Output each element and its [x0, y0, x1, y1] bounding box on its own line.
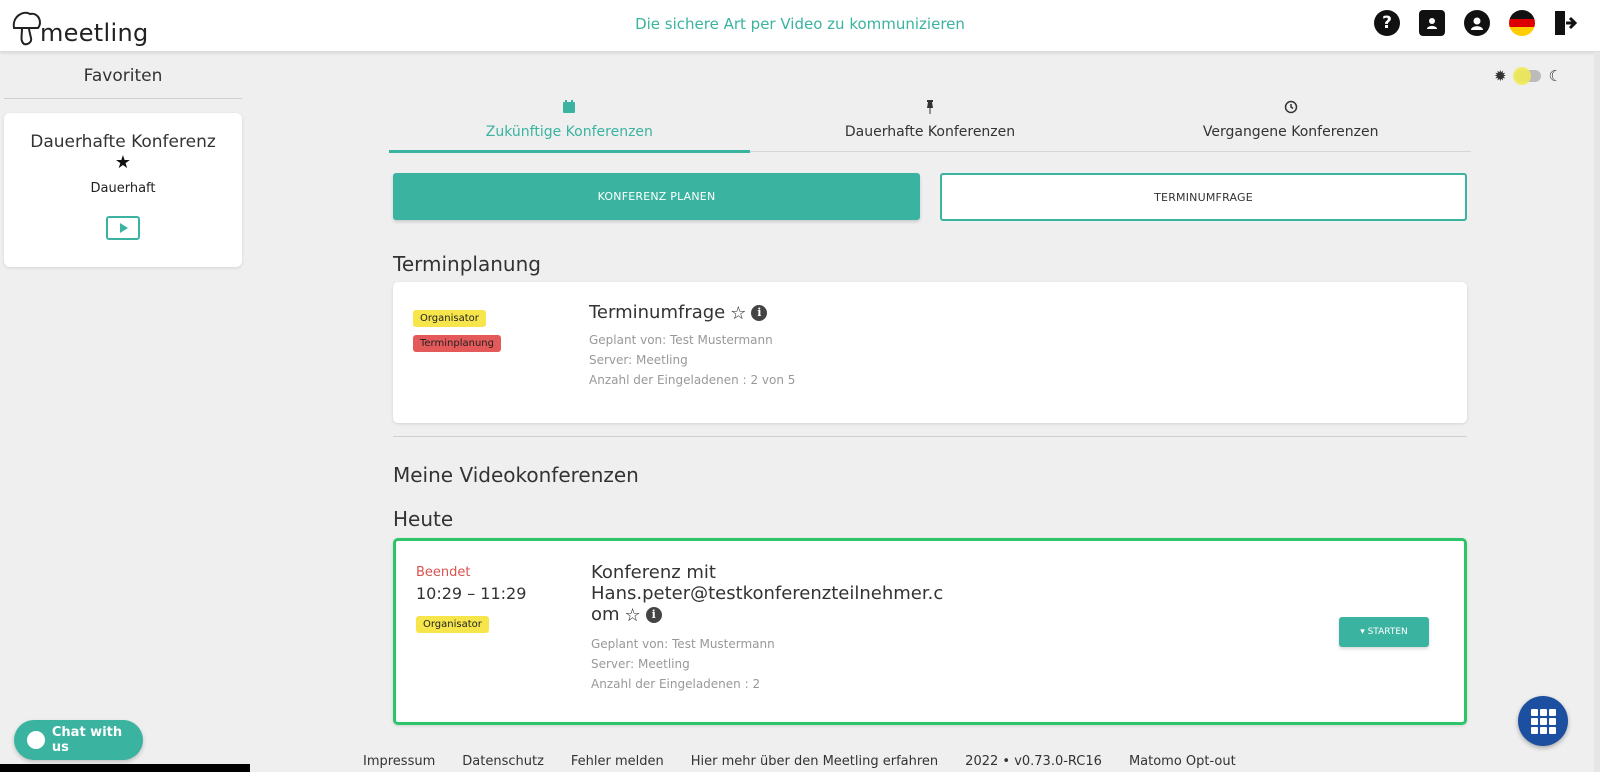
german-flag-icon[interactable] — [1509, 10, 1535, 36]
account-glyph — [1471, 17, 1483, 30]
conference-title-line: om — [591, 604, 620, 625]
theme-switch[interactable] — [1512, 67, 1541, 85]
footer-link-report-bug[interactable]: Fehler melden — [571, 754, 664, 769]
footer-link-about[interactable]: Hier mehr über den Meetling erfahren — [691, 754, 938, 769]
flag-stripe-red — [1509, 18, 1535, 28]
info-icon[interactable]: i — [645, 607, 662, 623]
scheduling-card: Organisator Terminplanung Terminumfrage ☆… — [393, 282, 1467, 423]
flag-stripe-gold — [1509, 27, 1535, 36]
section-divider — [393, 436, 1467, 437]
play-icon — [120, 223, 128, 233]
info-icon[interactable]: i — [751, 305, 768, 321]
sun-icon: ✹ — [1493, 67, 1507, 85]
help-icon[interactable]: ? — [1374, 10, 1400, 36]
tab-label: Dauerhafte Konferenzen — [844, 124, 1016, 140]
footer-link-matomo-optout[interactable]: Matomo Opt-out — [1129, 754, 1236, 769]
theme-switch-knob — [1512, 67, 1531, 85]
footer-version: 2022 • v0.73.0-RC16 — [965, 754, 1102, 769]
history-icon — [1110, 100, 1471, 118]
conference-details: Konferenz mit Hans.peter@testkonferenzte… — [591, 562, 944, 694]
apps-grid-button[interactable] — [1518, 696, 1568, 746]
apps-grid-icon — [1530, 708, 1556, 734]
conference-tabs: Zukünftige Konferenzen Dauerhafte Konfer… — [389, 100, 1471, 153]
contacts-glyph — [1427, 18, 1437, 29]
scheduling-badge: Terminplanung — [413, 335, 501, 352]
my-conferences-heading: Meine Videokonferenzen — [393, 463, 639, 487]
organizer-badge: Organisator — [416, 616, 489, 633]
pin-icon — [750, 100, 1111, 118]
start-conference-button[interactable]: ▾ STARTEN — [1339, 617, 1429, 647]
header-tagline: Die sichere Art per Video zu kommunizier… — [635, 15, 965, 33]
organizer-badge: Organisator — [413, 310, 486, 327]
scheduling-title-row: Terminumfrage ☆ i — [589, 302, 795, 324]
conference-time: 10:29 – 11:29 — [416, 584, 527, 603]
tab-upcoming-conferences[interactable]: Zukünftige Konferenzen — [389, 100, 750, 153]
favorite-play-button[interactable] — [106, 216, 140, 240]
flag-stripe-black — [1509, 10, 1535, 19]
today-heading: Heute — [393, 507, 454, 531]
status-ended: Beendet — [416, 565, 471, 580]
favorites-sidebar: Favoriten Dauerhafte Konferenz ★ Dauerha… — [4, 52, 242, 267]
help-glyph: ? — [1382, 13, 1392, 33]
star-outline-icon[interactable]: ☆ — [625, 605, 641, 626]
logout-glyph — [1555, 11, 1578, 35]
calendar-icon — [389, 100, 750, 118]
conference-title-line: Konferenz mit — [591, 562, 716, 583]
header-actions: ? — [1374, 10, 1578, 36]
tab-permanent-conferences[interactable]: Dauerhafte Konferenzen — [750, 100, 1111, 151]
theme-toggle[interactable]: ✹ ☾ — [1494, 67, 1562, 85]
invited-count: Anzahl der Eingeladenen : 2 — [591, 676, 761, 691]
server-info: Server: Meetling — [591, 656, 690, 671]
contacts-icon[interactable] — [1419, 10, 1445, 36]
account-icon[interactable] — [1464, 10, 1490, 36]
bottom-black-bar — [0, 764, 250, 772]
chat-with-us-button[interactable]: Chat with us — [14, 720, 143, 760]
conference-card: Beendet 10:29 – 11:29 Organisator Konfer… — [393, 538, 1467, 725]
app-header: meetling Die sichere Art per Video zu ko… — [0, 0, 1600, 52]
plan-conference-button[interactable]: KONFERENZ PLANEN — [393, 173, 920, 220]
schedule-poll-button[interactable]: TERMINUMFRAGE — [940, 173, 1467, 221]
chat-bubble-icon — [27, 731, 45, 749]
favorites-title: Favoriten — [4, 52, 242, 99]
planned-by: Geplant von: Test Mustermann — [589, 332, 773, 347]
scheduling-title[interactable]: Terminumfrage — [589, 302, 725, 323]
planned-by: Geplant von: Test Mustermann — [591, 636, 775, 651]
footer-link-imprint[interactable]: Impressum — [363, 754, 435, 769]
star-outline-icon[interactable]: ☆ — [730, 303, 746, 324]
conference-title[interactable]: Konferenz mit Hans.peter@testkonferenzte… — [591, 562, 944, 626]
conference-status-col: Beendet 10:29 – 11:29 Organisator — [416, 565, 526, 633]
page-scrollbar[interactable] — [1594, 52, 1600, 772]
scheduling-details: Terminumfrage ☆ i Geplant von: Test Muster… — [589, 302, 795, 390]
footer-link-privacy[interactable]: Datenschutz — [462, 754, 544, 769]
logout-icon[interactable] — [1554, 10, 1578, 36]
chat-label: Chat with us — [51, 725, 123, 755]
scheduling-badges: Organisator Terminplanung — [413, 306, 501, 352]
conference-title-line: Hans.peter@testkonferenzteilnehmer.c — [591, 583, 944, 604]
tab-label: Zukünftige Konferenzen — [485, 124, 653, 140]
server-info: Server: Meetling — [589, 352, 688, 367]
favorite-card: Dauerhafte Konferenz ★ Dauerhaft — [4, 113, 242, 267]
favorite-card-subtitle: Dauerhaft — [90, 181, 156, 196]
invited-count: Anzahl der Eingeladenen : 2 von 5 — [589, 372, 796, 387]
moon-icon: ☾ — [1548, 67, 1562, 85]
tab-past-conferences[interactable]: Vergangene Konferenzen — [1110, 100, 1471, 151]
scheduling-heading: Terminplanung — [393, 252, 541, 276]
favorite-card-title: Dauerhafte Konferenz — [30, 132, 216, 152]
tab-label: Vergangene Konferenzen — [1202, 124, 1379, 140]
footer-links: Impressum Datenschutz Fehler melden Hier… — [363, 754, 1236, 769]
favorite-star-icon[interactable]: ★ — [4, 152, 242, 174]
